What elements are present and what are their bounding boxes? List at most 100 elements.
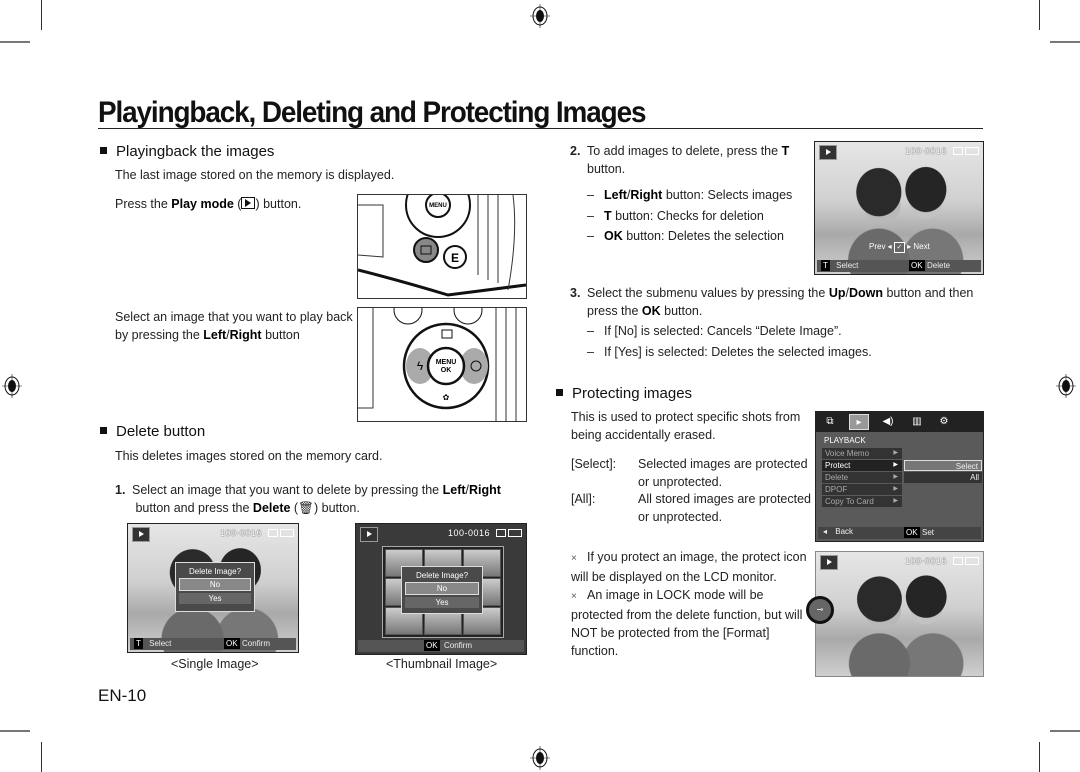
page-number: EN-10 bbox=[98, 686, 147, 705]
ok-key: OK bbox=[909, 260, 925, 271]
file-counter: 100-0016 bbox=[904, 146, 947, 156]
menu-item-label: DPOF bbox=[825, 485, 848, 494]
play-mode-icon bbox=[360, 527, 378, 542]
def-term-select: [Select]: bbox=[571, 457, 617, 471]
step-2-bullet: – T button: Checks for deletion bbox=[587, 209, 764, 223]
lcd-bottom-bar: ◂ Back OK Set bbox=[818, 527, 981, 539]
menu-section-label: PLAYBACK bbox=[824, 436, 866, 445]
option-select[interactable]: Select bbox=[904, 460, 982, 471]
next-label[interactable]: Next bbox=[913, 242, 929, 251]
text: button. bbox=[318, 501, 360, 515]
lcd-bottom-bar: T Select OK Confirm bbox=[130, 638, 296, 650]
menu-tab-bar: ⧉ ▸ ◀) ▥ ⚙ bbox=[816, 412, 983, 432]
memory-card-icon bbox=[953, 557, 963, 565]
def-desc-all: All stored images are protected or unpro… bbox=[638, 492, 812, 524]
camera-body-icon: MENU E bbox=[358, 195, 526, 298]
delete-dialog: Delete Image? No Yes bbox=[401, 566, 483, 614]
delete-label: Delete bbox=[252, 501, 291, 515]
menu-item-label: Delete bbox=[825, 473, 849, 482]
chevron-right-icon: ▶ bbox=[893, 450, 898, 456]
crop-mark bbox=[0, 41, 30, 43]
play-mode-icon bbox=[132, 527, 150, 542]
text: If [No] is selected: Cancels “Delete Ima… bbox=[604, 324, 842, 338]
t-key: T bbox=[821, 260, 830, 271]
ok-label: OK bbox=[604, 229, 623, 243]
protect-note: × An image in LOCK mode will be protected… bbox=[571, 586, 811, 660]
crop-mark bbox=[1050, 41, 1080, 43]
option-no[interactable]: No bbox=[405, 582, 479, 595]
text: If [Yes] is selected: Deletes the select… bbox=[604, 345, 872, 359]
left-label: Left bbox=[604, 188, 627, 202]
down-label: Down bbox=[848, 286, 883, 300]
option-no[interactable]: No bbox=[179, 578, 251, 591]
def-term-all: [All]: bbox=[571, 492, 596, 506]
left-label: Left bbox=[203, 328, 227, 342]
tab-playback-icon[interactable]: ▸ bbox=[849, 414, 869, 430]
delete-step-3: 3. Select the submenu values by pressing … bbox=[570, 284, 980, 320]
lcd-single-image-delete: 100-0016 Delete Image? No Yes T Select O… bbox=[127, 523, 299, 653]
heading-text: Playingback the images bbox=[116, 143, 275, 160]
text: button bbox=[261, 328, 300, 342]
camera-dpad-icon: MENU OK ϟ ✿ bbox=[358, 308, 526, 421]
menu-item-copy-to-card[interactable]: Copy To Card ▶ bbox=[822, 496, 902, 507]
memory-card-icon bbox=[953, 147, 963, 155]
crop-mark bbox=[1039, 742, 1040, 772]
step-2-bullet: – Left/Right button: Selects images bbox=[587, 188, 793, 202]
menu-item-dpof[interactable]: DPOF ▶ bbox=[822, 484, 902, 495]
play-mode-icon bbox=[820, 555, 838, 570]
caption-thumbnail-image: <Thumbnail Image> bbox=[386, 657, 498, 671]
lcd-bottom-bar: T Select OK Delete bbox=[817, 260, 981, 272]
chevron-right-icon: ▶ bbox=[893, 498, 898, 504]
text: button. bbox=[587, 162, 626, 176]
svg-text:E: E bbox=[451, 251, 459, 265]
crop-mark bbox=[1050, 730, 1080, 732]
tab-display-icon[interactable]: ▥ bbox=[907, 414, 927, 430]
play-mode-label: Play mode bbox=[171, 197, 234, 211]
chevron-right-icon: ▶ bbox=[893, 486, 898, 492]
text: button. bbox=[660, 304, 703, 318]
tab-settings-gear-icon[interactable]: ⚙ bbox=[934, 414, 954, 430]
ok-key: OK bbox=[224, 638, 240, 649]
lcd-playback-menu: ⧉ ▸ ◀) ▥ ⚙ PLAYBACK Voice Memo ▶ Protect ▶… bbox=[815, 411, 984, 542]
set-label[interactable]: Set bbox=[922, 528, 934, 537]
step-3-bullet: – If [No] is selected: Cancels “Delete Im… bbox=[587, 324, 842, 338]
text: Press the bbox=[115, 197, 172, 211]
bullet-square-icon bbox=[100, 147, 107, 154]
file-counter: 100-0016 bbox=[219, 528, 262, 538]
registration-mark-icon bbox=[1056, 374, 1076, 398]
menu-item-protect[interactable]: Protect ▶ bbox=[822, 460, 902, 471]
note-text: If you protect an image, the protect ico… bbox=[571, 550, 807, 584]
menu-item-delete[interactable]: Delete ▶ bbox=[822, 472, 902, 483]
prev-label[interactable]: Prev bbox=[869, 242, 885, 251]
t-label: T bbox=[781, 144, 790, 158]
crop-mark bbox=[41, 0, 42, 30]
play-mode-instruction: Press the Play mode () button. bbox=[115, 197, 302, 211]
chevron-right-icon: ▶ bbox=[893, 474, 898, 480]
prev-next-nav: Prev ◂ ✓ ▸ Next bbox=[869, 242, 930, 253]
text: button. bbox=[259, 197, 302, 211]
svg-text:✿: ✿ bbox=[443, 393, 450, 402]
crop-mark bbox=[41, 742, 42, 772]
back-label[interactable]: Back bbox=[835, 527, 853, 536]
battery-icon bbox=[965, 557, 979, 565]
bullet-square-icon bbox=[100, 427, 107, 434]
registration-mark-icon bbox=[530, 746, 550, 770]
tab-sound-icon[interactable]: ◀) bbox=[878, 414, 898, 430]
svg-text:OK: OK bbox=[441, 367, 452, 374]
right-label: Right bbox=[229, 328, 262, 342]
section-heading-protect: Protecting images bbox=[556, 385, 692, 402]
option-all[interactable]: All bbox=[904, 472, 982, 483]
step-2-bullet: – OK button: Deletes the selection bbox=[587, 229, 784, 243]
registration-mark-icon bbox=[530, 4, 550, 28]
battery-icon bbox=[508, 529, 522, 537]
bullet-square-icon bbox=[556, 389, 563, 396]
file-counter: 100-0016 bbox=[904, 556, 947, 566]
tab-camera-icon[interactable]: ⧉ bbox=[820, 414, 840, 430]
option-yes[interactable]: Yes bbox=[179, 593, 251, 604]
camera-play-button-illustration: MENU E bbox=[357, 194, 527, 299]
select-label: Select bbox=[149, 639, 172, 648]
menu-item-voice-memo[interactable]: Voice Memo ▶ bbox=[822, 448, 902, 459]
option-yes[interactable]: Yes bbox=[405, 597, 479, 608]
checkbox-icon[interactable]: ✓ bbox=[893, 242, 905, 253]
section-heading-delete: Delete button bbox=[100, 423, 205, 440]
